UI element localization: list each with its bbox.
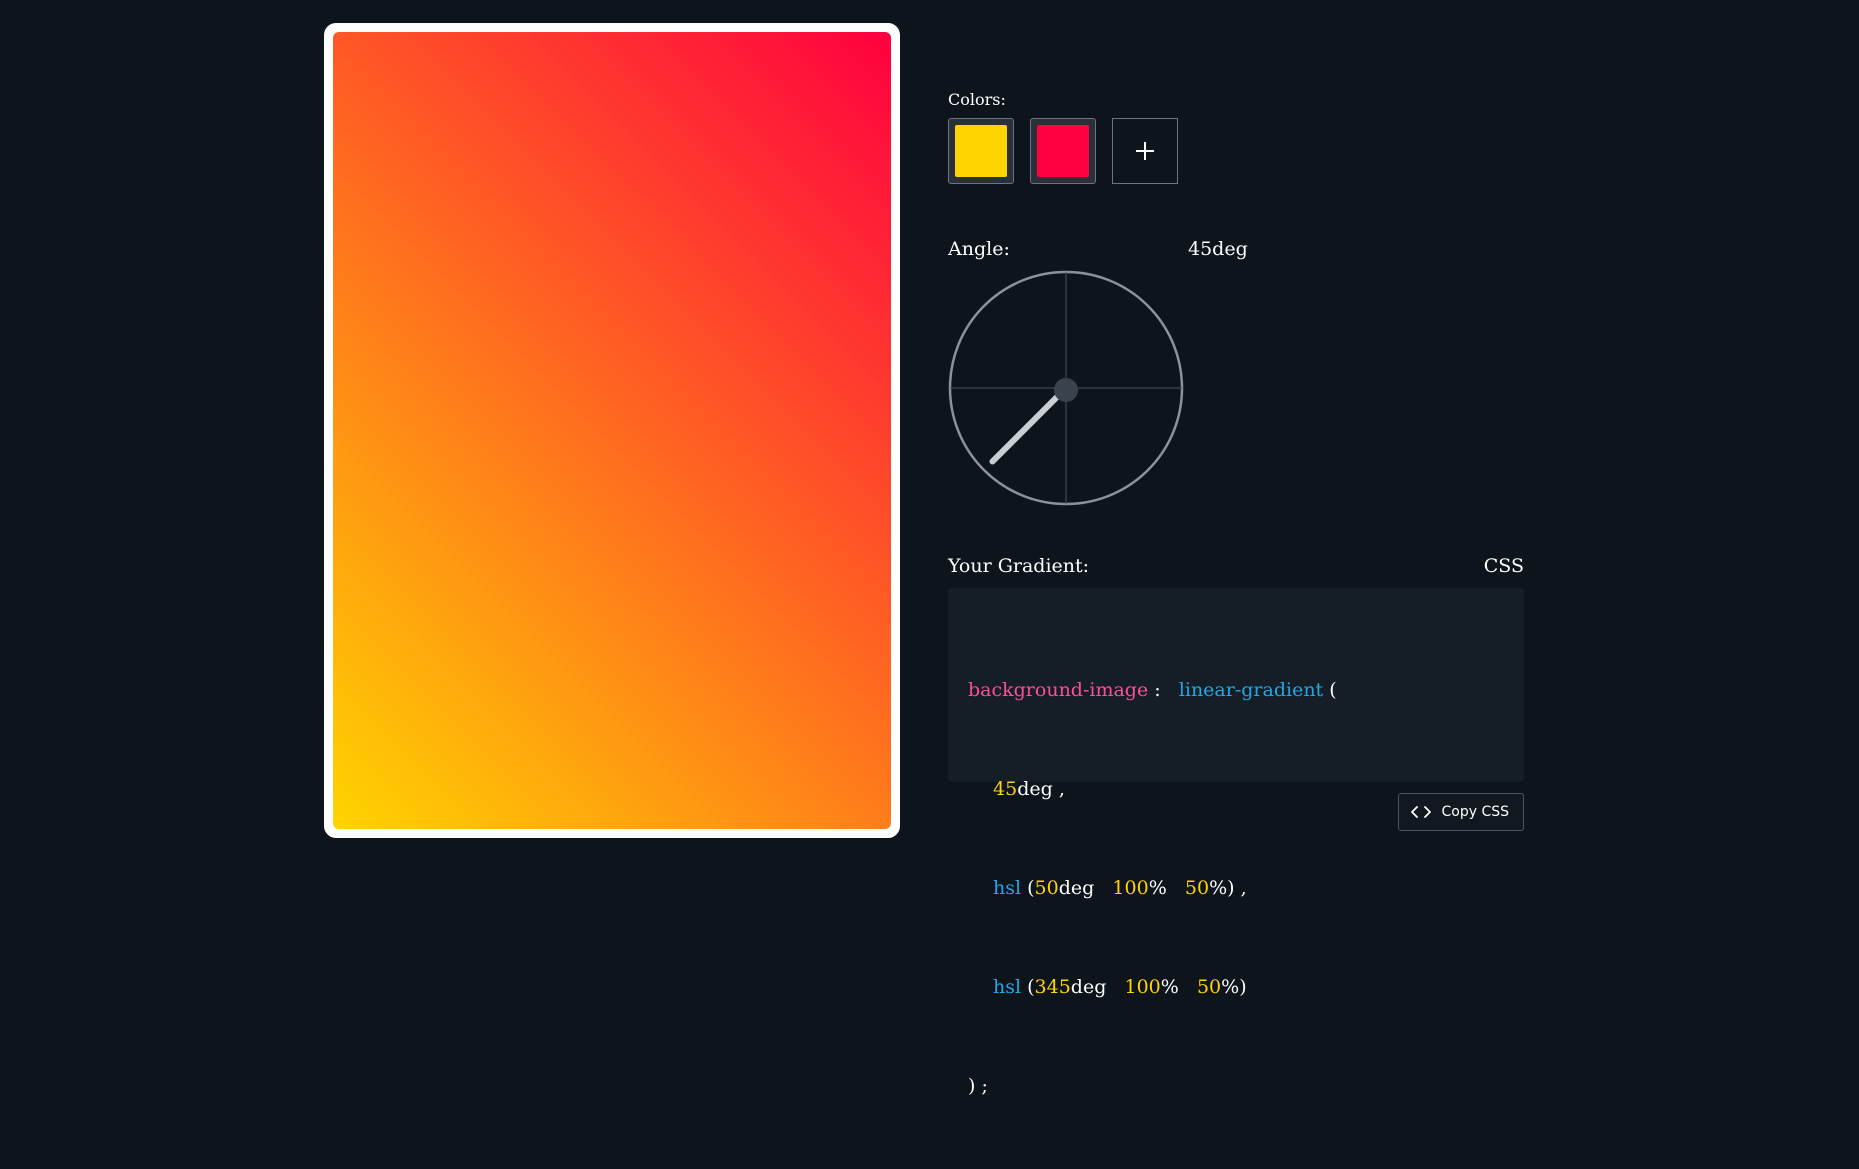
code-stop1-fn: hsl <box>993 877 1022 899</box>
color-swatch-yellow[interactable] <box>948 118 1014 184</box>
code-stop1-close: ) <box>1227 877 1235 899</box>
your-gradient-label: Your Gradient: <box>948 555 1090 577</box>
code-property: background-image <box>968 679 1149 701</box>
code-stop2-hue: 345 <box>1034 976 1071 998</box>
swatch-fill <box>1037 125 1089 177</box>
code-icon <box>1411 806 1432 818</box>
code-open-paren: ( <box>1329 679 1337 701</box>
code-stop2-sat: 100 <box>1124 976 1161 998</box>
code-function: linear-gradient <box>1178 679 1324 701</box>
code-line-3: hsl (50deg 100% 50%) , <box>993 877 1247 899</box>
dial-hand[interactable] <box>989 392 1062 465</box>
dial-center-knob <box>1054 378 1078 402</box>
code-angle-number: 45 <box>993 778 1018 800</box>
gradient-preview-frame <box>324 23 900 838</box>
code-angle-unit: deg <box>1017 778 1053 800</box>
code-stop1-hue-unit: deg <box>1058 877 1095 899</box>
code-stop1-light: 50 <box>1184 877 1210 899</box>
code-stop1-sat: 100 <box>1112 877 1149 899</box>
code-stop2-fn: hsl <box>993 976 1022 998</box>
colors-label: Colors: <box>948 90 1006 109</box>
color-swatch-red[interactable] <box>1030 118 1096 184</box>
code-stop2-light-unit: % <box>1221 976 1240 998</box>
gradient-preview <box>333 32 891 829</box>
code-stop2-sat-unit: % <box>1160 976 1179 998</box>
angle-label: Angle: <box>948 238 1010 260</box>
language-label: CSS <box>1483 555 1524 577</box>
css-code-block: background-image : linear-gradient ( 45d… <box>948 588 1524 1097</box>
code-stop1-sat-unit: % <box>1148 877 1167 899</box>
angle-value: 45deg <box>1188 238 1248 260</box>
code-line-5: ) ; <box>968 1070 1504 1103</box>
code-line-4: hsl (345deg 100% 50%) <box>993 976 1247 998</box>
code-stop2-close: ) <box>1239 976 1247 998</box>
code-comma: , <box>1058 778 1065 800</box>
color-swatches <box>948 118 1178 184</box>
copy-css-label: Copy CSS <box>1441 804 1509 820</box>
code-stop2-hue-unit: deg <box>1070 976 1107 998</box>
code-stop2-light: 50 <box>1196 976 1222 998</box>
code-stop1-light-unit: % <box>1209 877 1228 899</box>
code-closing: ) ; <box>968 1075 988 1097</box>
code-stop1-hue: 50 <box>1034 877 1059 899</box>
angle-dial[interactable] <box>948 270 1184 506</box>
plus-icon <box>1136 142 1154 160</box>
swatch-fill <box>955 125 1007 177</box>
add-color-button[interactable] <box>1112 118 1178 184</box>
copy-css-button[interactable]: Copy CSS <box>1398 793 1524 831</box>
code-stop1-sep: , <box>1240 877 1247 899</box>
code-line-1: background-image : linear-gradient ( <box>968 674 1504 707</box>
